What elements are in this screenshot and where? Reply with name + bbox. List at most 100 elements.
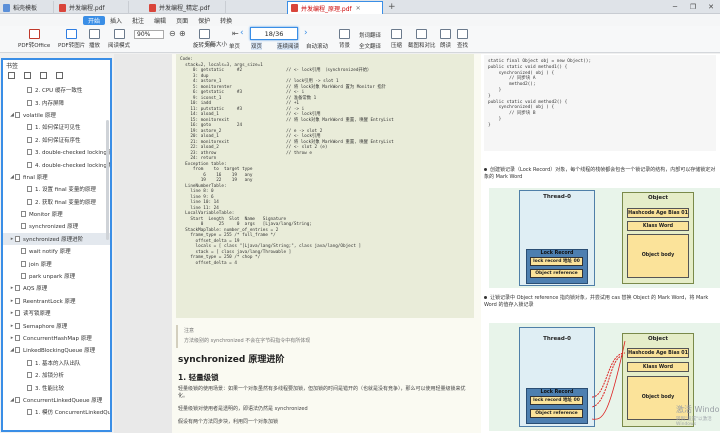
menu-protect[interactable]: 保护 [193,16,215,25]
menu-insert[interactable]: 插入 [105,16,127,25]
sidebar-item-label: 2. CPU 缓存一致性 [35,88,83,95]
sidebar-item[interactable]: 3. 性能比较 [3,381,110,393]
home-icon [3,3,10,12]
lock-record-label: Lock Record [540,251,574,256]
sidebar-item[interactable]: 3. double-checked locking 问题 [3,146,110,158]
sidebar-item[interactable]: ▸ ConcurrentHashMap 原理 [3,332,110,344]
sidebar-item[interactable]: 3. 内存屏障 [3,96,110,108]
sidebar-item[interactable]: synchronized 原理 [3,220,110,232]
sidebar-item[interactable]: park unpark 原理 [3,270,110,282]
find-button[interactable]: 查找 [457,29,468,49]
sidebar-item[interactable]: 4. double-checked locking 解决 [3,158,110,170]
new-tab-icon[interactable]: + [388,2,396,12]
code-line: offset_delta = 4 [180,260,237,266]
window-controls: ─ ❐ ✕ [666,0,720,14]
menu-edit[interactable]: 编辑 [149,16,171,25]
sidebar-item[interactable]: 2. CPU 缓存一致性 [3,84,110,96]
bullet-dot [484,168,487,171]
full-translate-button[interactable]: 全文翻译 [359,42,381,50]
expand-all-icon[interactable] [8,72,15,79]
background-button[interactable]: 背景 [339,29,350,49]
sidebar-item[interactable]: wait notify 原理 [3,245,110,257]
sidebar-item[interactable]: ◢ final 原理 [3,171,110,183]
sidebar-item[interactable]: Monitor 原理 [3,208,110,220]
sidebar-item[interactable]: ◢ LinkedBlockingQueue 原理 [3,344,110,356]
tab-home[interactable]: 稻壳模板 [0,1,54,14]
menu-annotate[interactable]: 批注 [127,16,149,25]
actual-size-button[interactable]: 实际大小 [205,40,227,48]
close-icon[interactable]: ✕ [356,5,361,12]
sidebar-item-label: 3. double-checked locking 问题 [35,150,110,157]
tab-doc-3[interactable]: 并发编程_原理.pdf ✕ [287,1,383,14]
play-button[interactable]: 播放 [89,29,100,49]
double-page-button[interactable]: 双页 [251,42,263,50]
single-page-button[interactable]: 单页 [229,42,240,50]
read-aloud-button[interactable]: 朗读 [440,29,451,49]
sidebar-item[interactable]: ▸ AQS 原理 [3,282,110,294]
sidebar-item[interactable]: ▸ ReentrantLock 原理 [3,295,110,307]
pdf-to-office-button[interactable]: PDF转Office [18,29,50,49]
pdf-to-image-button[interactable]: PDF转图片 [58,29,85,49]
sidebar-scrollbar[interactable] [106,120,109,240]
menu-page[interactable]: 页面 [171,16,193,25]
auto-scroll-button[interactable]: 自动滚动 [306,42,328,50]
sidebar-item[interactable]: ◢ volatile 原理 [3,109,110,121]
prev-page-icon[interactable]: ‹ [240,28,244,38]
page-icon [27,99,32,106]
sidebar-item-label: LinkedBlockingQueue 原理 [23,348,96,355]
minimize-button[interactable]: ─ [666,0,684,14]
lock-record-address: lock record 地址 00 [530,257,583,266]
close-window-button[interactable]: ✕ [702,0,720,14]
sidebar-item-label: 3. 内存屏障 [35,100,64,107]
zoom-out-icon[interactable]: ⊖ [169,29,176,38]
translate-button[interactable]: 划词翻译 [359,31,381,39]
sidebar-item-label: 1. 基本的入队出队 [35,360,81,367]
sidebar-item[interactable]: ▸ synchronized 原理进阶 [3,232,110,246]
tab-doc-2[interactable]: 并发编程_精定.pdf [146,1,226,14]
speaker-icon [440,29,451,39]
screenshot-compare-button[interactable]: 截图和对比 [408,29,436,49]
sidebar-item[interactable]: 1. 基本的入队出队 [3,357,110,369]
menu-start[interactable]: 开始 [83,15,106,25]
page-icon [27,409,32,416]
tab-doc-1[interactable]: 并发编程.pdf [56,1,129,14]
reading-mode-button[interactable]: 阅读模式 [108,29,130,49]
sidebar-item[interactable]: join 原理 [3,257,110,269]
page-icon [27,198,32,205]
thread-box: Thread-0 Lock Record lock record 地址 00 O… [519,190,595,286]
sidebar-item[interactable]: 1. 设置 final 变量的原理 [3,183,110,195]
rotate-icon [198,29,210,39]
sidebar-item[interactable]: 1. 如何保证可见性 [3,121,110,133]
page-icon [15,111,20,118]
pdf-icon [149,3,156,12]
thread-label: Thread-0 [543,194,571,200]
sidebar-item[interactable]: 2. 如何保证有序性 [3,134,110,146]
sidebar-item-label: final 原理 [23,174,48,181]
paragraph-1: 轻量级锁的使用场景：如果一个对象虽然有多线程要加锁，但加锁的时间是错开的（也就是… [178,386,466,399]
sidebar-item[interactable]: 1. 模仿 ConcurrentLinkedQueue [3,406,110,418]
sidebar-item[interactable]: 2. 获取 final 变量的原理 [3,196,110,208]
zoom-in-icon[interactable]: ⊕ [179,29,186,38]
delete-bookmark-icon[interactable] [56,72,63,79]
tab-label: 并发编程_原理.pdf [301,5,352,13]
sidebar-item-label: 3. 性能比较 [35,385,64,392]
first-page-icon[interactable]: ⇤ [232,29,239,38]
maximize-button[interactable]: ❐ [684,0,702,14]
sidebar-item[interactable]: ▸ Semaphore 原理 [3,319,110,331]
menu-convert[interactable]: 转换 [215,16,237,25]
collapse-all-icon[interactable] [24,72,31,79]
compress-button[interactable]: 压缩 [391,29,402,49]
sidebar-item[interactable]: 2. 加锁分析 [3,369,110,381]
note-title: 注意 [184,328,195,334]
page-icon [27,136,32,143]
zoom-select[interactable]: 90% [134,30,164,39]
page-icon [15,310,20,317]
continuous-read-button[interactable]: 连续阅读 [277,42,300,50]
page-number-input[interactable]: 18/36 [250,27,298,40]
sidebar-item[interactable]: ◢ ConcurrentLinkedQueue 原理 [3,394,110,406]
sidebar-item-label: ReentrantLock 原理 [23,298,76,305]
sidebar-item[interactable]: ▸ 读写锁原理 [3,307,110,319]
add-bookmark-icon[interactable] [40,72,47,79]
compress-icon [391,29,402,39]
next-page-icon[interactable]: › [304,28,308,38]
